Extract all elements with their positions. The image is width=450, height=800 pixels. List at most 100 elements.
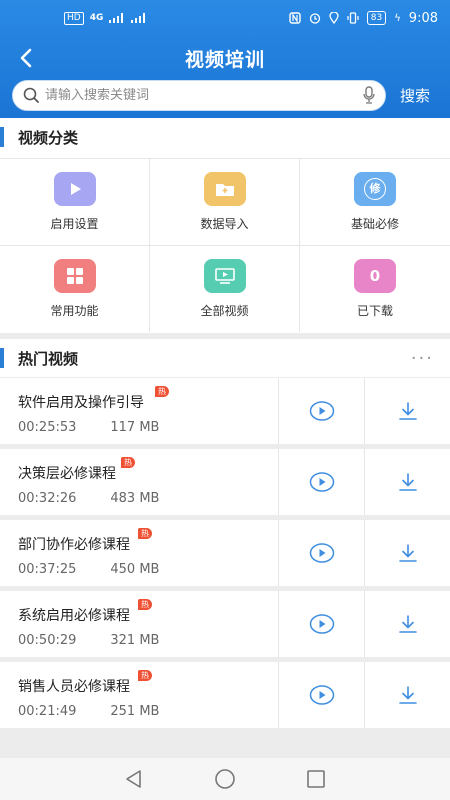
video-icon <box>203 259 246 293</box>
microphone-icon[interactable] <box>363 86 375 104</box>
system-nav-bar <box>0 758 450 800</box>
download-icon <box>398 615 417 633</box>
hot-badge: 热 <box>138 670 152 681</box>
hd-icon: HD <box>64 11 84 25</box>
page-title: 视频培训 <box>184 48 265 71</box>
play-button[interactable] <box>279 662 366 728</box>
download-button[interactable] <box>365 662 450 728</box>
status-bar: HD 4G 83 ϟ 9:08 <box>0 0 450 36</box>
category-label: 启用设置 <box>50 217 99 231</box>
hot-video-header: 热门视频 ··· <box>0 339 450 377</box>
video-size: 251 MB <box>110 704 160 719</box>
play-circle-icon <box>309 401 335 421</box>
video-size: 321 MB <box>110 633 160 648</box>
section-title-categories: 视频分类 <box>0 118 450 156</box>
download-icon <box>398 473 417 491</box>
download-icon <box>398 686 417 704</box>
play-circle-icon <box>309 543 335 563</box>
video-title: 系统启用必修课程 <box>18 608 130 624</box>
apps-icon <box>53 259 96 293</box>
download-button[interactable] <box>365 378 450 444</box>
category-label: 数据导入 <box>200 217 249 231</box>
nav-back-icon[interactable] <box>124 769 144 789</box>
video-row[interactable]: 销售人员必修课程热 00:21:49 251 MB <box>0 662 450 728</box>
status-right: 83 ϟ 9:08 <box>289 11 438 26</box>
download-button[interactable] <box>365 520 450 586</box>
search-box[interactable] <box>12 79 386 111</box>
back-arrow-icon <box>20 48 32 68</box>
play-button[interactable] <box>279 378 366 444</box>
video-meta: 00:21:49 251 MB <box>18 704 278 719</box>
header: HD 4G 83 ϟ 9:08 视频培训 搜索 <box>0 0 450 118</box>
vibrate-icon <box>347 12 359 24</box>
category-enable-settings[interactable]: 启用设置 <box>0 158 150 245</box>
category-label: 基础必修 <box>350 217 399 231</box>
title-bar: 视频培训 <box>0 36 450 80</box>
category-data-import[interactable]: 数据导入 <box>150 158 300 245</box>
video-row[interactable]: 系统启用必修课程热 00:50:29 321 MB <box>0 591 450 657</box>
video-row[interactable]: 决策层必修课程热 00:32:26 483 MB <box>0 449 450 515</box>
folder-import-icon <box>203 172 246 206</box>
video-duration: 00:32:26 <box>18 491 77 506</box>
clock-time: 9:08 <box>408 10 438 26</box>
video-duration: 00:21:49 <box>18 704 77 719</box>
play-button[interactable] <box>279 520 366 586</box>
network-label: 4G <box>89 13 104 23</box>
video-duration: 00:25:53 <box>18 420 77 435</box>
section-title-hot-videos: 热门视频 <box>0 339 450 377</box>
video-size: 117 MB <box>110 420 160 435</box>
video-info: 软件启用及操作引导热 00:25:53 117 MB <box>0 378 280 444</box>
charging-icon: ϟ <box>394 12 401 24</box>
video-title: 软件启用及操作引导 <box>18 395 144 411</box>
video-title: 决策层必修课程 <box>18 466 116 482</box>
download-button[interactable] <box>365 449 450 515</box>
hot-badge: 热 <box>138 528 152 539</box>
play-circle-icon <box>309 614 335 634</box>
play-icon <box>53 172 96 206</box>
required-icon: 修 <box>354 172 396 206</box>
more-icon[interactable]: ··· <box>411 348 434 369</box>
category-all-videos[interactable]: 全部视频 <box>150 245 300 332</box>
status-left: HD 4G <box>64 11 147 25</box>
search-input[interactable] <box>45 87 363 103</box>
play-button[interactable] <box>279 449 366 515</box>
back-button[interactable] <box>14 46 38 70</box>
video-size: 483 MB <box>110 491 160 506</box>
video-meta: 00:25:53 117 MB <box>18 420 278 435</box>
video-row[interactable]: 部门协作必修课程热 00:37:25 450 MB <box>0 520 450 586</box>
video-title: 部门协作必修课程 <box>18 537 130 553</box>
download-button[interactable] <box>365 591 450 657</box>
battery-level: 83 <box>366 11 387 25</box>
play-button[interactable] <box>279 591 366 657</box>
hot-badge: 热 <box>155 386 169 397</box>
nav-recents-icon[interactable] <box>306 769 326 789</box>
video-category-section: 视频分类 启用设置 数据导入 修 基础必修 常用功能 全部视频 0 已下载 <box>0 118 450 333</box>
play-circle-icon <box>309 685 335 705</box>
alarm-icon <box>309 13 320 24</box>
hot-badge: 热 <box>121 457 135 468</box>
nav-home-icon[interactable] <box>214 768 236 790</box>
hot-badge: 热 <box>138 599 152 610</box>
play-circle-icon <box>309 472 335 492</box>
category-label: 全部视频 <box>200 304 249 318</box>
category-basic-required[interactable]: 修 基础必修 <box>300 158 450 245</box>
video-info: 系统启用必修课程热 00:50:29 321 MB <box>0 591 280 657</box>
video-info: 决策层必修课程热 00:32:26 483 MB <box>0 449 280 515</box>
video-info: 部门协作必修课程热 00:37:25 450 MB <box>0 520 280 586</box>
video-meta: 00:32:26 483 MB <box>18 491 278 506</box>
search-button[interactable]: 搜索 <box>400 85 430 106</box>
category-grid: 启用设置 数据导入 修 基础必修 常用功能 全部视频 0 已下载 <box>0 158 450 332</box>
signal-icon-2 <box>131 13 146 23</box>
download-icon <box>398 544 417 562</box>
category-common-functions[interactable]: 常用功能 <box>0 245 150 332</box>
nfc-icon <box>289 12 301 24</box>
category-downloaded[interactable]: 0 已下载 <box>300 245 450 332</box>
category-label: 常用功能 <box>50 304 99 318</box>
video-row[interactable]: 软件启用及操作引导热 00:25:53 117 MB <box>0 378 450 444</box>
signal-icon <box>109 13 124 23</box>
required-glyph: 修 <box>364 178 386 200</box>
video-duration: 00:37:25 <box>18 562 77 577</box>
video-duration: 00:50:29 <box>18 633 77 648</box>
download-icon <box>398 402 417 420</box>
video-size: 450 MB <box>110 562 160 577</box>
